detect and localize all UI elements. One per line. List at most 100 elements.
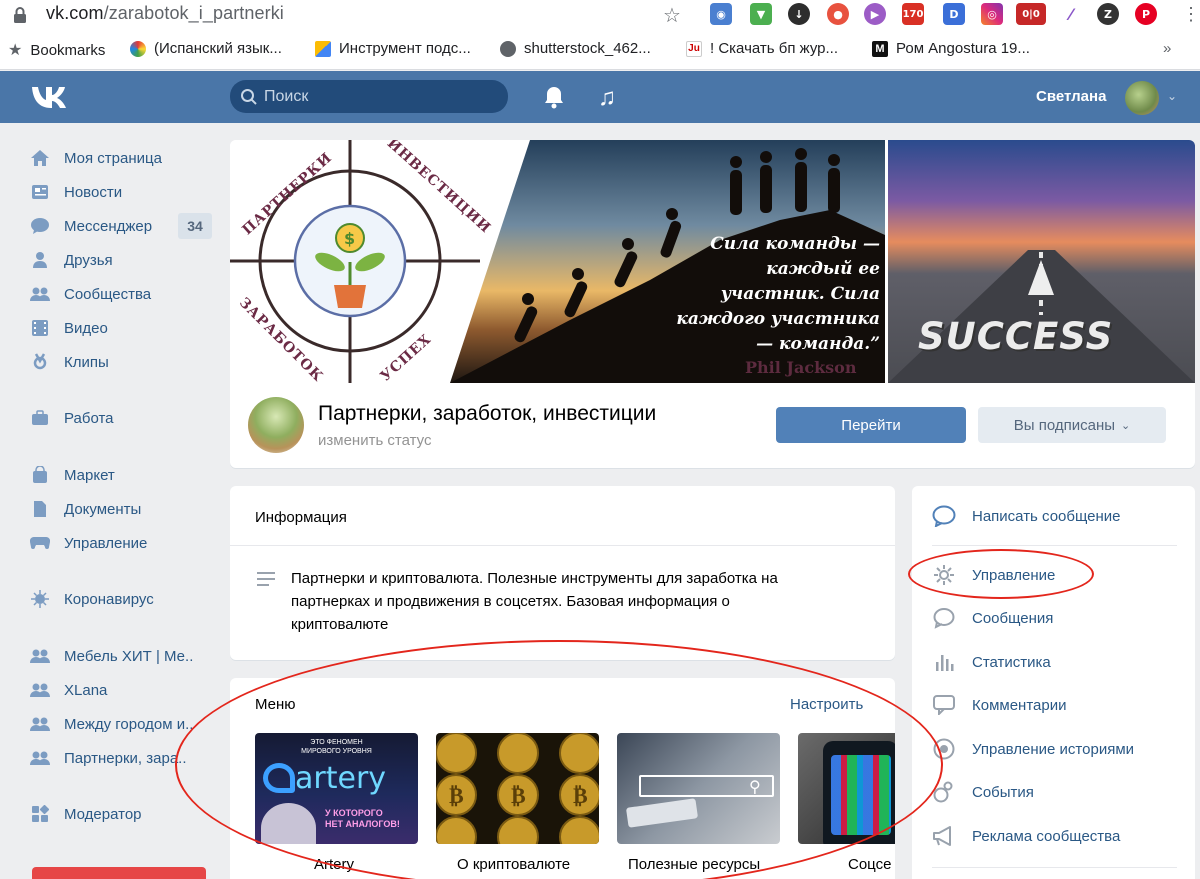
instagram-extension-icon[interactable]: ◎ xyxy=(981,3,1003,25)
pen-extension-icon[interactable]: ⁄ xyxy=(1060,3,1082,25)
menu-tile-label[interactable]: Artery xyxy=(314,856,354,873)
menu-tile-artery[interactable]: ЭТО ФЕНОМЕН МИРОВОГО УРОВНЯ artery У КОТ… xyxy=(255,733,418,844)
sidebar-item-messenger[interactable]: Мессенджер 34 xyxy=(30,212,215,240)
sidebar-item-group-between-city[interactable]: Между городом и.. xyxy=(30,710,215,738)
menu-tile-social[interactable] xyxy=(798,733,895,844)
group-icon xyxy=(30,680,50,700)
messenger-icon xyxy=(30,216,50,236)
bookmarks-label: Bookmarks xyxy=(30,41,106,59)
friends-icon xyxy=(30,250,50,270)
sidebar-item-group-xlana[interactable]: XLana xyxy=(30,676,215,704)
moderator-icon xyxy=(30,804,50,824)
bookmark-spanish[interactable]: (Испанский язык... xyxy=(130,40,282,57)
video-icon xyxy=(30,318,50,338)
sidebar-item-market[interactable]: Маркет xyxy=(30,461,215,489)
document-icon xyxy=(30,499,50,519)
sidebar-item-communities[interactable]: Сообщества xyxy=(30,280,215,308)
menu-tile-label[interactable]: О криптовалюте xyxy=(457,856,570,873)
virus-icon xyxy=(30,589,50,609)
sidebar-item-group-partnerki[interactable]: Партнерки, зара.. xyxy=(30,744,215,772)
group-title: Партнерки, заработок, инвестиции xyxy=(318,402,657,425)
group-status-edit[interactable]: изменить статус xyxy=(318,432,432,449)
camera-extension-icon[interactable]: ◉ xyxy=(710,3,732,25)
z-extension-icon[interactable]: Z xyxy=(1097,3,1119,25)
sidebar-item-label: Видео xyxy=(64,319,108,337)
write-message-action[interactable]: Написать сообщение xyxy=(932,501,1187,531)
sidebar-item-label: Моя страница xyxy=(64,149,162,167)
statue-head-icon xyxy=(261,803,316,844)
news-icon xyxy=(30,182,50,202)
chevron-down-icon: ⌄ xyxy=(1121,419,1131,432)
subscribed-button[interactable]: Вы подписаны ⌄ xyxy=(978,407,1166,443)
menu-tile-crypto[interactable]: ₿ ₿ ₿ xyxy=(436,733,599,844)
bookmark-rum[interactable]: M Ром Angostura 19... xyxy=(872,40,1030,57)
menu-tile-label[interactable]: Полезные ресурсы xyxy=(628,856,760,873)
bookmark-tool[interactable]: Инструмент подс... xyxy=(315,40,471,57)
sidebar-item-my-page[interactable]: Моя страница xyxy=(30,144,215,172)
events-action[interactable]: События xyxy=(932,777,1187,807)
sidebar-item-label: Документы xyxy=(64,500,142,518)
sidebar-item-news[interactable]: Новости xyxy=(30,178,215,206)
sidebar-item-documents[interactable]: Документы xyxy=(30,495,215,523)
bookmark-star-icon[interactable]: ☆ xyxy=(663,3,681,28)
arrow-extension-icon[interactable]: ↓ xyxy=(788,3,810,25)
menu-card: Меню Настроить ЭТО ФЕНОМЕН МИРОВОГО УРОВ… xyxy=(230,678,895,879)
stories-action[interactable]: Управление историями xyxy=(932,734,1187,764)
group-avatar[interactable] xyxy=(248,397,304,453)
download-extension-icon[interactable]: ▼ xyxy=(750,3,772,25)
sidebar-item-label: Маркет xyxy=(64,466,115,484)
menu-tile-resources[interactable]: ⚲ xyxy=(617,733,780,844)
advertise-action[interactable]: Реклама сообщества xyxy=(932,821,1187,851)
manage-action[interactable]: Управление xyxy=(932,560,1187,590)
menu-tile-label[interactable]: Соцсе xyxy=(848,856,891,873)
divider xyxy=(932,545,1177,546)
gamepad-icon xyxy=(30,533,50,553)
sidebar-item-moderator[interactable]: Модератор xyxy=(30,800,215,828)
user-name[interactable]: Светлана xyxy=(1036,88,1106,105)
pinterest-extension-icon[interactable]: P xyxy=(1135,3,1157,25)
divider xyxy=(230,545,895,546)
sidebar-item-label: Мессенджер xyxy=(64,217,153,235)
url-field[interactable]: vk.com/zarabotok_i_partnerki xyxy=(46,3,284,24)
bitcoin-coins-icon: ₿ ₿ ₿ xyxy=(436,733,599,844)
statistics-action[interactable]: Статистика xyxy=(932,647,1187,677)
sidebar-item-management[interactable]: Управление xyxy=(30,529,215,557)
bell-icon[interactable] xyxy=(543,85,565,109)
bookmark-journal[interactable]: Ju ! Скачать бп жур... xyxy=(686,40,838,57)
play-extension-icon[interactable]: ▶ xyxy=(864,3,886,25)
group-icon xyxy=(30,748,50,768)
mail-counter-extension-icon[interactable]: 170 xyxy=(902,3,924,25)
vk-logo-icon[interactable] xyxy=(30,84,72,110)
action-label: Сообщения xyxy=(972,609,1054,627)
d-extension-icon[interactable]: D xyxy=(943,3,965,25)
artery-logo-icon xyxy=(263,763,295,793)
menu-configure-link[interactable]: Настроить xyxy=(790,696,863,713)
sidebar-item-group-furniture[interactable]: Мебель ХИТ | Ме.. xyxy=(30,642,215,670)
score-extension-icon[interactable]: 0|0 xyxy=(1016,3,1046,25)
sidebar-item-label: Модератор xyxy=(64,805,142,823)
chrome-extension-icon[interactable]: ● xyxy=(827,3,849,25)
bookmark-shutterstock[interactable]: shutterstock_462... xyxy=(500,40,651,57)
sidebar-item-clips[interactable]: Клипы xyxy=(30,348,215,376)
music-icon[interactable]: ♫ xyxy=(598,84,616,112)
sidebar-item-coronavirus[interactable]: Коронавирус xyxy=(30,585,215,613)
bookmarks-more[interactable]: » xyxy=(1163,40,1171,57)
sidebar-promo-button[interactable] xyxy=(32,867,206,879)
chat-icon xyxy=(932,606,956,630)
bookmark-label: (Испанский язык... xyxy=(154,40,282,57)
url-path: /zarabotok_i_partnerki xyxy=(103,3,284,23)
avatar[interactable] xyxy=(1125,81,1159,115)
comments-action[interactable]: Комментарии xyxy=(932,690,1187,720)
sidebar-item-video[interactable]: Видео xyxy=(30,314,215,342)
action-label: Управление xyxy=(972,566,1056,584)
sidebar-item-work[interactable]: Работа xyxy=(30,404,215,432)
go-button[interactable]: Перейти xyxy=(776,407,966,443)
chevron-down-icon[interactable]: ⌄ xyxy=(1167,89,1177,103)
browser-menu-icon[interactable]: ⋮ xyxy=(1182,4,1200,25)
messages-action[interactable]: Сообщения xyxy=(932,603,1187,633)
svg-text:₿: ₿ xyxy=(573,784,588,809)
search-input[interactable]: Поиск xyxy=(230,80,508,113)
bookmarks-folder[interactable]: ★ Bookmarks xyxy=(8,40,105,60)
group-cover-card: $ ПАРТНЕРКИ ИНВЕСТИЦИИ ЗАРАБОТОК УСПЕХ С… xyxy=(230,140,1195,468)
sidebar-item-friends[interactable]: Друзья xyxy=(30,246,215,274)
